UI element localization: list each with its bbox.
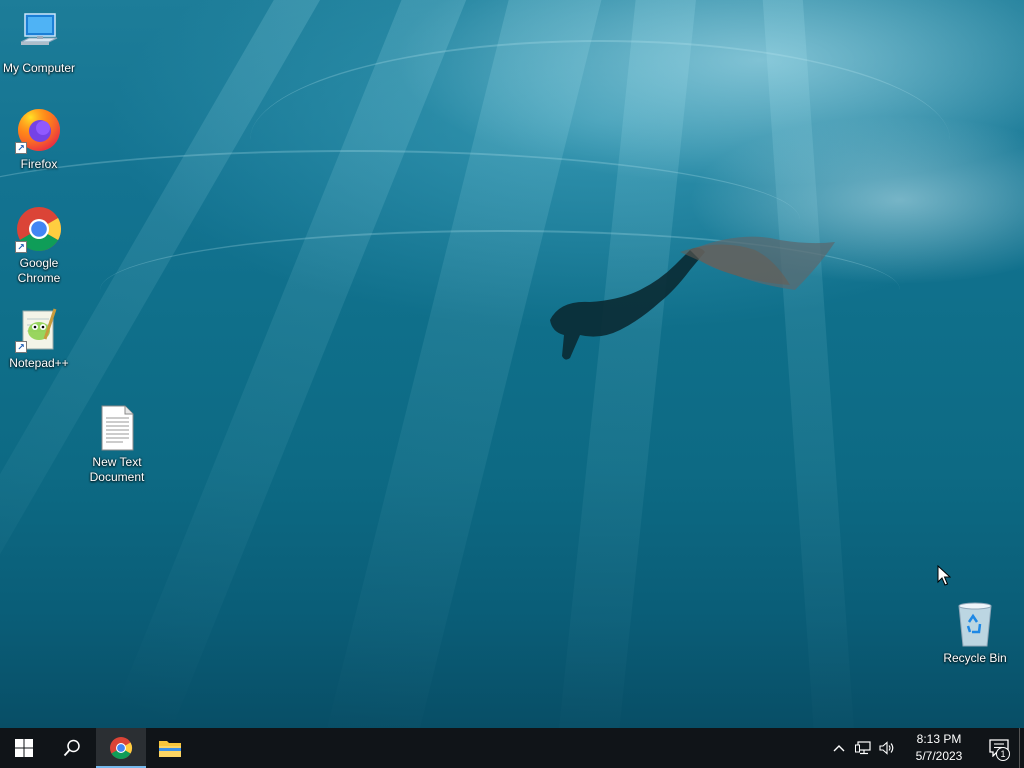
taskbar: 8:13 PM 5/7/2023 1: [0, 728, 1024, 768]
desktop-icon-google-chrome[interactable]: ↗ Google Chrome: [1, 205, 77, 286]
swimmer-silhouette: [550, 236, 835, 360]
desktop-wallpaper[interactable]: My Computer ↗ Firefox ↗ Google Chrome ↗ …: [0, 0, 1024, 728]
folder-icon: [159, 741, 181, 757]
search-icon: [63, 739, 80, 757]
desktop-icon-label: My Computer: [2, 61, 76, 75]
show-desktop-button[interactable]: [1019, 728, 1024, 768]
shortcut-arrow-icon: ↗: [15, 241, 27, 253]
desktop-icon-label: Firefox: [20, 157, 58, 171]
windows-start-icon: [15, 739, 33, 757]
network-button[interactable]: [851, 728, 875, 768]
chrome-icon: [110, 737, 132, 759]
system-tray: 8:13 PM 5/7/2023 1: [827, 728, 1024, 768]
notepadpp-icon: ↗: [15, 305, 63, 353]
clock-date: 5/7/2023: [915, 749, 963, 763]
desktop-icon-label: Google Chrome: [17, 256, 61, 285]
firefox-icon: ↗: [15, 106, 63, 154]
desktop-icon-label: Notepad++: [9, 356, 69, 370]
taskbar-app-file-explorer[interactable]: [146, 728, 194, 768]
show-hidden-icons-button[interactable]: [827, 728, 851, 768]
start-button[interactable]: [0, 728, 48, 768]
desktop-icon-my-computer[interactable]: My Computer: [1, 10, 77, 76]
desktop-icon-label: New Text Document: [89, 455, 145, 484]
notification-count-badge: 1: [996, 747, 1010, 761]
network-icon: [855, 741, 871, 755]
desktop-icon-firefox[interactable]: ↗ Firefox: [1, 106, 77, 172]
desktop-icon-notepadpp[interactable]: ↗ Notepad++: [1, 305, 77, 371]
chrome-icon: ↗: [15, 205, 63, 253]
search-button[interactable]: [48, 728, 96, 768]
volume-button[interactable]: [875, 728, 899, 768]
desktop-icon-label: Recycle Bin: [943, 651, 1007, 665]
shortcut-arrow-icon: ↗: [15, 142, 27, 154]
desktop-icon-recycle-bin[interactable]: Recycle Bin: [937, 600, 1013, 666]
action-center-button[interactable]: 1: [979, 728, 1019, 768]
taskbar-app-google-chrome[interactable]: [96, 728, 146, 768]
recycle-bin-icon: [951, 600, 999, 648]
mouse-cursor-icon: [937, 565, 951, 586]
desktop-icon-new-text-document[interactable]: New Text Document: [79, 404, 155, 485]
speaker-icon: [879, 741, 894, 755]
clock[interactable]: 8:13 PM 5/7/2023: [899, 731, 979, 765]
shortcut-arrow-icon: ↗: [15, 341, 27, 353]
chevron-up-icon: [833, 745, 845, 752]
computer-icon: [15, 10, 63, 58]
text-document-icon: [93, 404, 141, 452]
clock-time: 8:13 PM: [916, 732, 962, 746]
